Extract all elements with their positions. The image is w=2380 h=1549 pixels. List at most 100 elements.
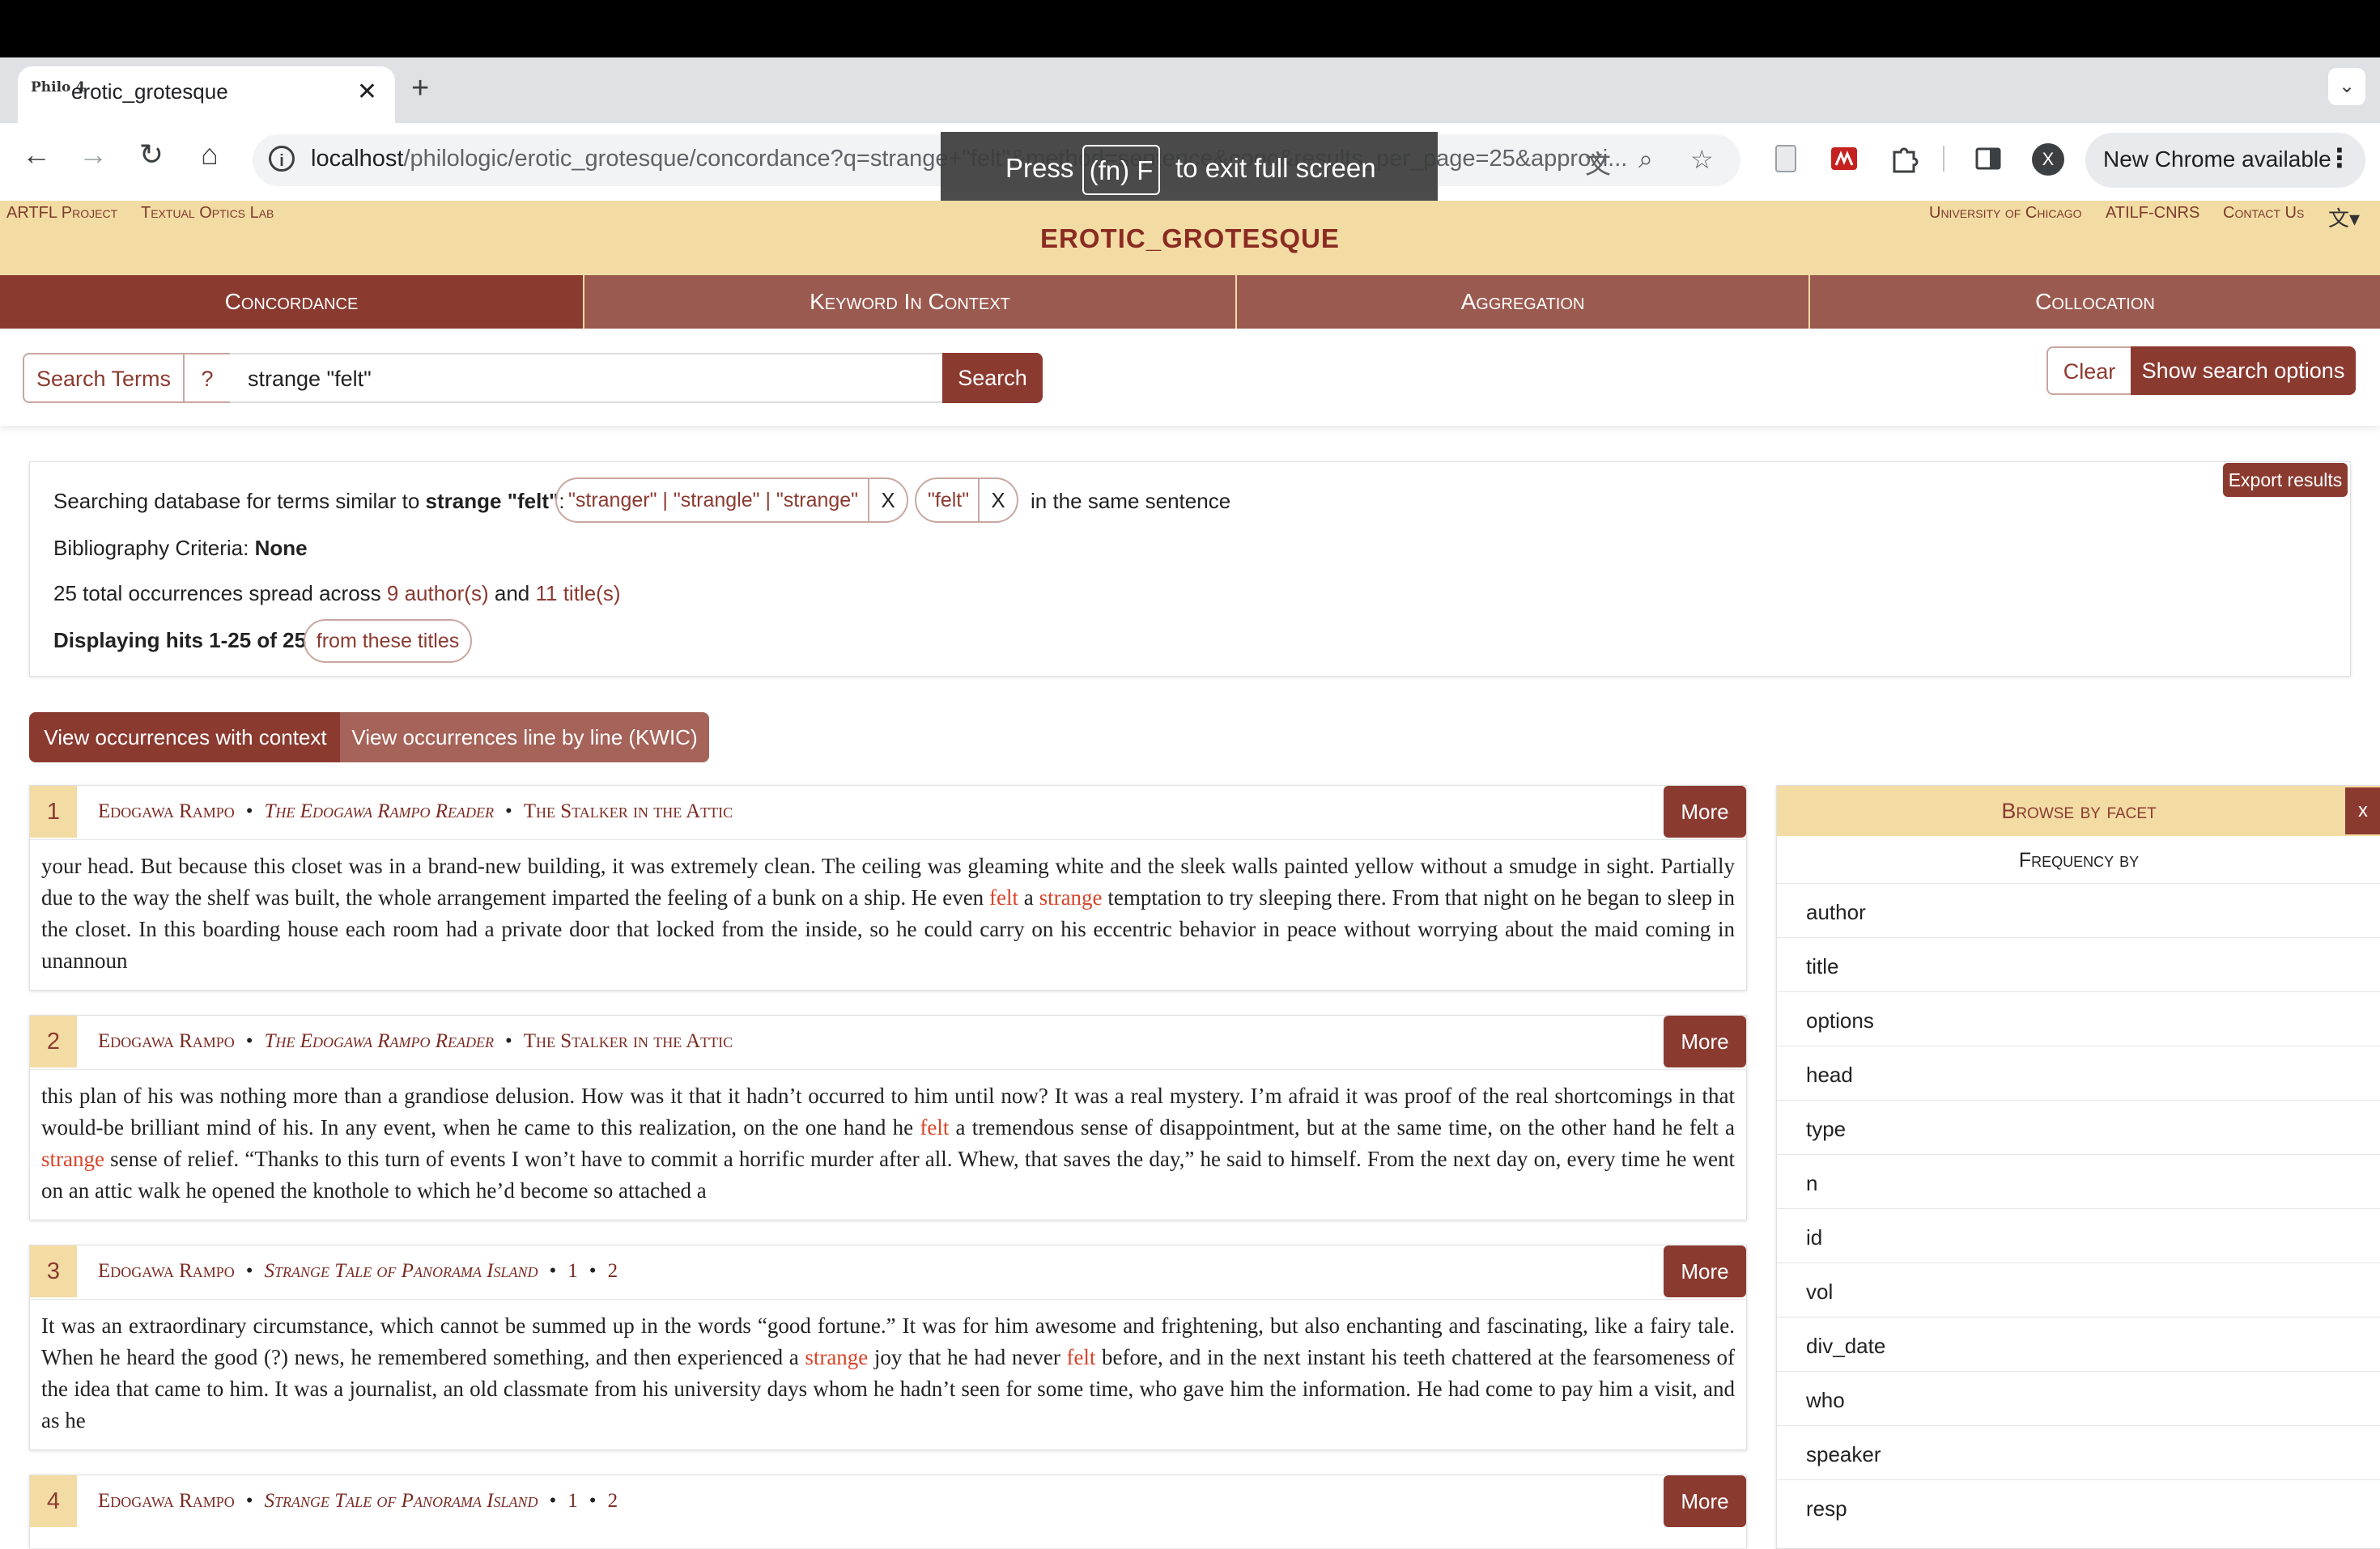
more-button[interactable]: More — [1664, 1246, 1746, 1297]
facet-item[interactable]: n — [1777, 1155, 2380, 1209]
remove-term-button[interactable]: X — [868, 479, 907, 521]
citation-section[interactable]: 1 — [567, 1490, 578, 1512]
fullscreen-key: (fn) F — [1082, 145, 1160, 195]
document-extension-icon[interactable] — [1770, 142, 1802, 175]
searching-query: strange "felt" — [425, 489, 559, 513]
search-help-button[interactable]: ? — [183, 353, 232, 403]
facet-item[interactable]: head — [1777, 1046, 2380, 1101]
citation-subsection[interactable]: 2 — [608, 1260, 618, 1282]
search-terms-button[interactable]: Search Terms — [23, 353, 185, 403]
citation-subsection[interactable]: 2 — [608, 1490, 618, 1512]
search-input[interactable]: strange "felt" — [230, 353, 944, 403]
show-search-options-button[interactable]: Show search options — [2131, 346, 2356, 395]
profile-avatar[interactable]: X — [2032, 143, 2064, 176]
view-kwic-button[interactable]: View occurrences line by line (KWIC) — [340, 712, 709, 762]
forward-arrow-icon[interactable]: → — [74, 138, 112, 172]
facet-item[interactable]: type — [1777, 1101, 2380, 1155]
citation-work[interactable]: The Edogawa Rampo Reader — [265, 800, 494, 822]
occurrence-card: 2 Edogawa Rampo • The Edogawa Rampo Reader… — [29, 1015, 1747, 1220]
facet-item[interactable]: div_date — [1777, 1318, 2380, 1372]
facet-item[interactable]: title — [1777, 938, 2380, 992]
bibliography-line: Bibliography Criteria: None — [53, 536, 308, 561]
facet-item[interactable]: options — [1777, 992, 2380, 1046]
university-of-chicago-link[interactable]: University of Chicago — [1929, 204, 2082, 223]
chrome-update-label: New Chrome available — [2103, 146, 2331, 172]
biblio-label: Bibliography Criteria: — [53, 536, 249, 560]
card-divider — [30, 839, 1746, 840]
facet-item[interactable]: author — [1777, 884, 2380, 938]
citation-section[interactable]: 1 — [567, 1260, 578, 1282]
extensions-puzzle-icon[interactable] — [1888, 142, 1920, 175]
site-info-icon[interactable]: i — [269, 146, 295, 172]
bookmark-star-icon[interactable]: ☆ — [1690, 144, 1714, 175]
reload-icon[interactable]: ↻ — [133, 138, 170, 172]
card-divider — [30, 1299, 1746, 1300]
biblio-value: None — [254, 536, 308, 560]
home-icon[interactable]: ⌂ — [191, 138, 228, 172]
chrome-update-button[interactable]: New Chrome available ⋮ — [2085, 133, 2365, 188]
red-extension-icon[interactable] — [1828, 142, 1860, 175]
tab-concordance[interactable]: Concordance — [0, 275, 584, 329]
clear-button[interactable]: Clear — [2046, 346, 2132, 395]
view-context-button[interactable]: View occurrences with context — [29, 712, 342, 762]
citation[interactable]: Edogawa Rampo • Strange Tale of Panorama I… — [98, 1490, 618, 1513]
contact-us-link[interactable]: Contact Us — [2223, 204, 2304, 223]
occurrence-number: 2 — [30, 1016, 77, 1067]
zoom-icon[interactable]: ⌕ — [1638, 144, 1653, 175]
citation-work[interactable]: Strange Tale of Panorama Island — [265, 1260, 538, 1282]
and-text: and — [494, 581, 530, 605]
searching-line: Searching database for terms similar to … — [53, 489, 565, 513]
tab-collocation[interactable]: Collocation — [1810, 275, 2380, 329]
close-facets-button[interactable]: x — [2345, 787, 2380, 834]
citation[interactable]: Edogawa Rampo • The Edogawa Rampo Reader • T… — [98, 1030, 733, 1053]
citation-work[interactable]: The Edogawa Rampo Reader — [265, 1030, 494, 1052]
screen-top-bar — [0, 0, 2380, 57]
tab-kwic[interactable]: Keyword In Context — [584, 275, 1237, 329]
textual-optics-lab-link[interactable]: Textual Optics Lab — [141, 204, 274, 223]
facet-panel: Browse by facet x Frequency by author ti… — [1776, 785, 2380, 1549]
citation-author[interactable]: Edogawa Rampo — [98, 1030, 235, 1052]
titles-link[interactable]: 11 title(s) — [535, 581, 620, 605]
facet-item[interactable]: speaker — [1777, 1426, 2380, 1480]
authors-link[interactable]: 9 author(s) — [387, 581, 489, 605]
highlight-term: felt — [1066, 1345, 1096, 1369]
citation[interactable]: Edogawa Rampo • Strange Tale of Panorama I… — [98, 1260, 618, 1283]
export-results-button[interactable]: Export results — [2223, 463, 2348, 497]
more-button[interactable]: More — [1664, 1016, 1746, 1067]
more-button[interactable]: More — [1664, 786, 1746, 838]
kebab-menu-icon[interactable]: ⋮ — [2327, 142, 2352, 173]
highlight-term: strange — [41, 1147, 104, 1171]
browser-tab[interactable]: Philo 4 erotic_grotesque ✕ — [18, 66, 395, 123]
facet-item[interactable]: id — [1777, 1209, 2380, 1263]
more-button[interactable]: More — [1664, 1475, 1746, 1527]
citation[interactable]: Edogawa Rampo • The Edogawa Rampo Reader • T… — [98, 800, 733, 823]
citation-author[interactable]: Edogawa Rampo — [98, 1260, 235, 1282]
term-pill-felt[interactable]: "felt" X — [915, 477, 1018, 523]
tab-search-chevron-icon[interactable]: ⌄ — [2328, 68, 2365, 105]
atilf-cnrs-link[interactable]: ATILF-CNRS — [2106, 204, 2199, 223]
citation-author[interactable]: Edogawa Rampo — [98, 1490, 235, 1512]
facet-item[interactable]: who — [1777, 1372, 2380, 1426]
facet-item[interactable]: resp — [1777, 1480, 2380, 1534]
remove-term-button[interactable]: X — [978, 479, 1017, 521]
back-arrow-icon[interactable]: ← — [18, 138, 55, 172]
new-tab-button[interactable]: + — [411, 71, 429, 106]
tab-close-icon[interactable]: ✕ — [357, 78, 377, 106]
facet-item[interactable]: vol — [1777, 1263, 2380, 1318]
from-these-titles-button[interactable]: from these titles — [304, 619, 472, 663]
report-tabs: Concordance Keyword In Context Aggregati… — [0, 275, 2380, 329]
citation-section[interactable]: The Stalker in the Attic — [524, 1030, 733, 1052]
tab-aggregation[interactable]: Aggregation — [1237, 275, 1810, 329]
citation-author[interactable]: Edogawa Rampo — [98, 800, 235, 822]
searching-prefix: Searching database for terms similar to — [53, 489, 420, 513]
fullscreen-rest-text: to exit full screen — [1175, 153, 1376, 183]
translate-icon[interactable]: 文 — [1585, 144, 1611, 181]
term-pill-strange[interactable]: "stranger" | "strangle" | "strange" X — [555, 477, 908, 523]
citation-section[interactable]: The Stalker in the Attic — [524, 800, 733, 822]
artfl-project-link[interactable]: ARTFL Project — [6, 204, 117, 223]
search-button[interactable]: Search — [942, 353, 1043, 403]
side-panel-icon[interactable] — [1972, 142, 2004, 175]
tab-title: erotic_grotesque — [71, 79, 228, 104]
citation-work[interactable]: Strange Tale of Panorama Island — [265, 1490, 538, 1512]
occurrence-text: this plan of his was nothing more than a… — [41, 1084, 1735, 1203]
